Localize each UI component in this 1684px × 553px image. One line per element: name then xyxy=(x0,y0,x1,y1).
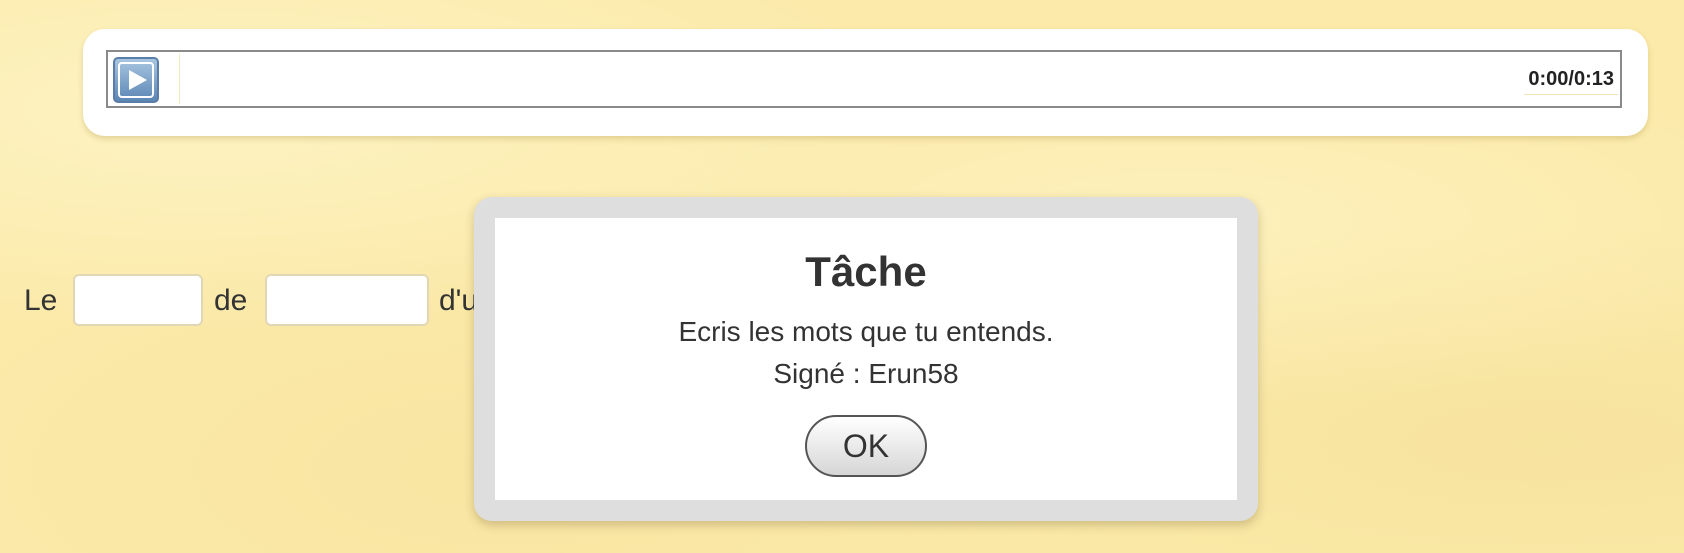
player-divider xyxy=(179,54,180,104)
play-button[interactable] xyxy=(113,57,159,103)
play-icon xyxy=(129,70,147,90)
task-dialog-body: Tâche Ecris les mots que tu entends. Sig… xyxy=(495,218,1237,500)
audio-player-card: 0:00/0:13 xyxy=(83,29,1648,136)
dialog-message: Ecris les mots que tu entends. xyxy=(678,316,1054,347)
sentence-word: d'u xyxy=(439,284,479,317)
dialog-signature: Signé : Erun58 xyxy=(773,358,959,389)
ok-button[interactable]: OK xyxy=(805,415,927,477)
blank-input-1[interactable] xyxy=(73,274,203,326)
dialog-title: Tâche xyxy=(805,248,927,295)
sentence-word: Le xyxy=(24,284,58,317)
time-display: 0:00/0:13 xyxy=(1524,65,1618,95)
sentence-word: de xyxy=(214,284,248,317)
task-dialog: Tâche Ecris les mots que tu entends. Sig… xyxy=(474,197,1258,521)
audio-player: 0:00/0:13 xyxy=(106,50,1622,108)
blank-input-2[interactable] xyxy=(265,274,429,326)
